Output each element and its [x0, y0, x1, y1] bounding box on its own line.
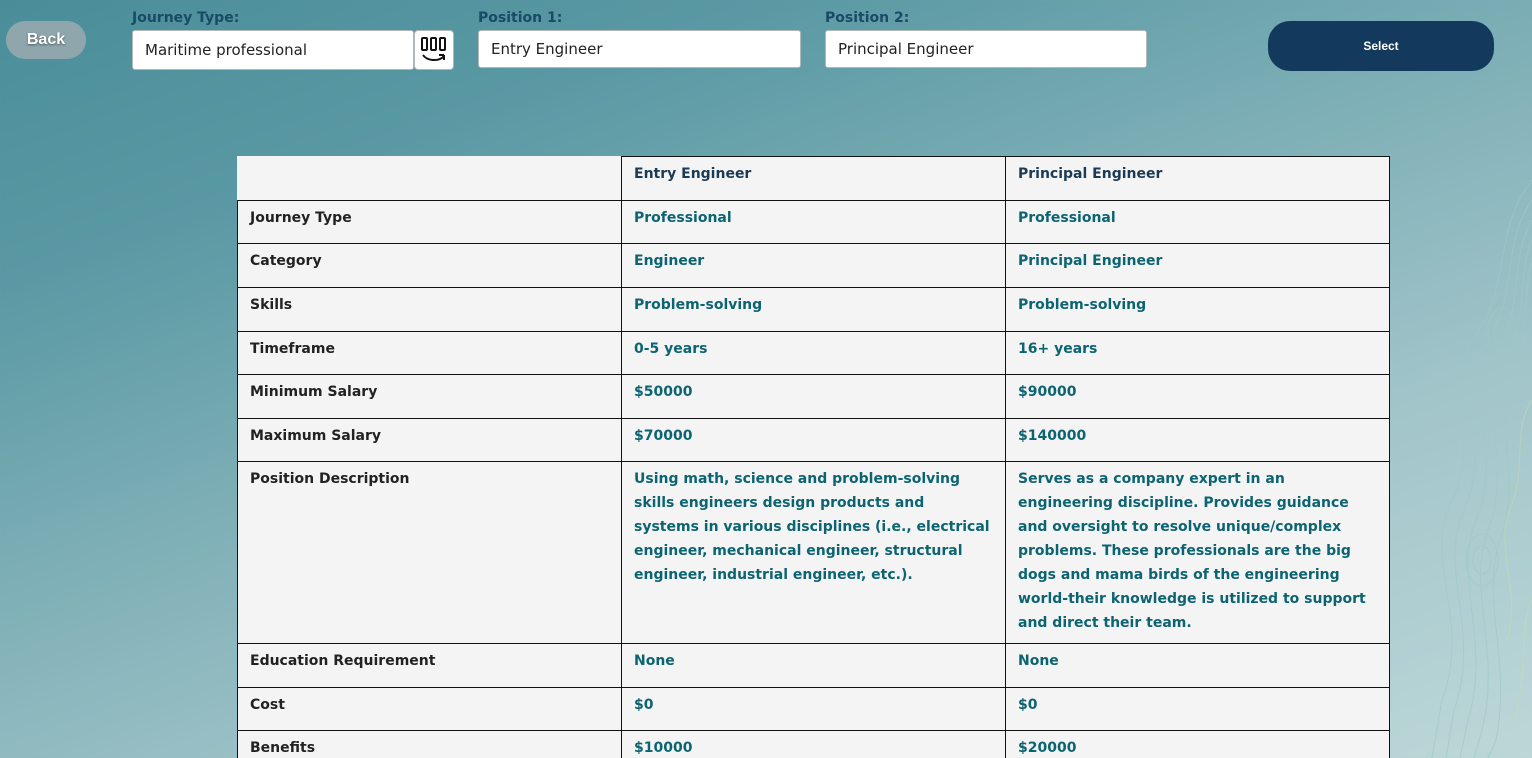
row-label: Minimum Salary [237, 374, 622, 419]
row-label: Benefits [237, 730, 622, 758]
table-row: Cost $0 $0 [237, 687, 1390, 731]
row-value-position2: Principal Engineer [1005, 243, 1390, 288]
table-row: Position Description Using math, science… [237, 461, 1390, 644]
row-value-position2: Problem-solving [1005, 287, 1390, 332]
row-value-position1: Engineer [621, 243, 1006, 288]
table-row: Category Engineer Principal Engineer [237, 243, 1390, 288]
row-value-position2: 16+ years [1005, 331, 1390, 375]
journey-type-label: Journey Type: [132, 10, 240, 26]
row-value-position1: $0 [621, 687, 1006, 731]
position2-input[interactable]: Principal Engineer [825, 30, 1147, 68]
row-value-position1: $50000 [621, 374, 1006, 419]
barcode-scan-button[interactable] [414, 30, 454, 70]
select-button[interactable]: Select [1268, 21, 1494, 71]
table-row: Timeframe 0-5 years 16+ years [237, 331, 1390, 375]
row-label: Skills [237, 287, 622, 332]
row-value-position2: $0 [1005, 687, 1390, 731]
row-value-position2: None [1005, 643, 1390, 688]
back-button[interactable]: Back [6, 21, 86, 59]
row-label: Timeframe [237, 331, 622, 375]
row-label: Position Description [237, 461, 622, 644]
row-value-position1: Professional [621, 200, 1006, 244]
barcode-scan-icon [421, 37, 446, 61]
row-label: Education Requirement [237, 643, 622, 688]
row-label: Category [237, 243, 622, 288]
row-value-position1: 0-5 years [621, 331, 1006, 375]
row-label: Cost [237, 687, 622, 731]
row-value-position1: $70000 [621, 418, 1006, 462]
row-value-position2: $90000 [1005, 374, 1390, 419]
row-value-position2: $140000 [1005, 418, 1390, 462]
column-header-position2: Principal Engineer [1005, 156, 1390, 201]
table-row: Journey Type Professional Professional [237, 200, 1390, 244]
table-row: Skills Problem-solving Problem-solving [237, 287, 1390, 332]
topographic-lines-decoration [1431, 179, 1532, 758]
position2-label: Position 2: [825, 10, 910, 26]
table-row: Education Requirement None None [237, 643, 1390, 688]
row-value-position1: Using math, science and problem-solving … [621, 461, 1006, 644]
table-row: Minimum Salary $50000 $90000 [237, 374, 1390, 419]
row-value-position1: $10000 [621, 730, 1006, 758]
row-label: Maximum Salary [237, 418, 622, 462]
position1-label: Position 1: [478, 10, 563, 26]
table-header-row: Entry Engineer Principal Engineer [237, 156, 1390, 201]
table-row: Maximum Salary $70000 $140000 [237, 418, 1390, 462]
journey-type-input[interactable]: Maritime professional [132, 30, 414, 70]
row-value-position2: Professional [1005, 200, 1390, 244]
row-label: Journey Type [237, 200, 622, 244]
column-header-position1: Entry Engineer [621, 156, 1006, 201]
row-value-position1: Problem-solving [621, 287, 1006, 332]
table-row: Benefits $10000 $20000 [237, 730, 1390, 758]
comparison-table: Entry Engineer Principal Engineer Journe… [237, 156, 1390, 758]
position1-input[interactable]: Entry Engineer [478, 30, 801, 68]
row-value-position2: Serves as a company expert in an enginee… [1005, 461, 1390, 644]
row-value-position2: $20000 [1005, 730, 1390, 758]
table-corner-cell [237, 156, 622, 201]
row-value-position1: None [621, 643, 1006, 688]
